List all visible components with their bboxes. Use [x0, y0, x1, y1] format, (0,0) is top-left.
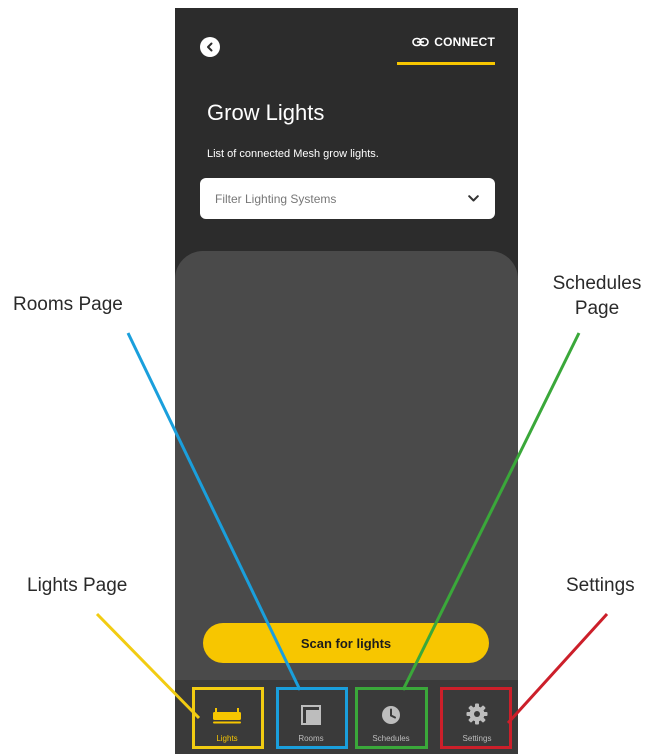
schedules-page-callout: Schedules Page — [536, 271, 658, 321]
page-title: Grow Lights — [207, 100, 325, 125]
app-screen: CONNECT Grow Lights List of connected Me… — [175, 8, 518, 754]
nav-label-settings: Settings — [462, 734, 492, 743]
back-button[interactable] — [200, 37, 220, 57]
schedules-callout-line2: Page — [574, 298, 620, 319]
bottom-nav: Lights Rooms Schedules Settings — [175, 680, 518, 754]
nav-item-schedules[interactable]: Schedules — [355, 689, 427, 747]
chevron-down-icon — [468, 195, 479, 202]
nav-label-lights: Lights — [216, 734, 238, 743]
nav-item-settings[interactable]: Settings — [441, 689, 513, 747]
settings-callout: Settings — [566, 575, 635, 596]
nav-item-lights[interactable]: Lights — [191, 689, 263, 747]
lights-page-callout: Lights Page — [27, 575, 128, 596]
nav-label-rooms: Rooms — [298, 734, 324, 743]
settings-callout-line — [506, 612, 609, 725]
scan-for-lights-button[interactable]: Scan for lights — [203, 623, 489, 663]
link-icon — [412, 37, 430, 47]
grow-light-icon — [211, 707, 243, 725]
filter-lighting-dropdown[interactable]: Filter Lighting Systems — [200, 178, 495, 219]
chevron-left-icon — [207, 42, 213, 52]
rooms-page-callout: Rooms Page — [13, 294, 123, 315]
filter-placeholder: Filter Lighting Systems — [215, 191, 337, 206]
nav-label-schedules: Schedules — [372, 734, 410, 743]
clock-icon — [381, 705, 401, 725]
connect-tab[interactable]: CONNECT — [397, 35, 495, 65]
gear-icon — [466, 703, 488, 725]
page-subtitle: List of connected Mesh grow lights. — [207, 148, 379, 160]
rooms-icon — [301, 705, 321, 725]
connect-label: CONNECT — [434, 35, 495, 49]
schedules-callout-line1: Schedules — [552, 273, 642, 294]
nav-item-rooms[interactable]: Rooms — [275, 689, 347, 747]
